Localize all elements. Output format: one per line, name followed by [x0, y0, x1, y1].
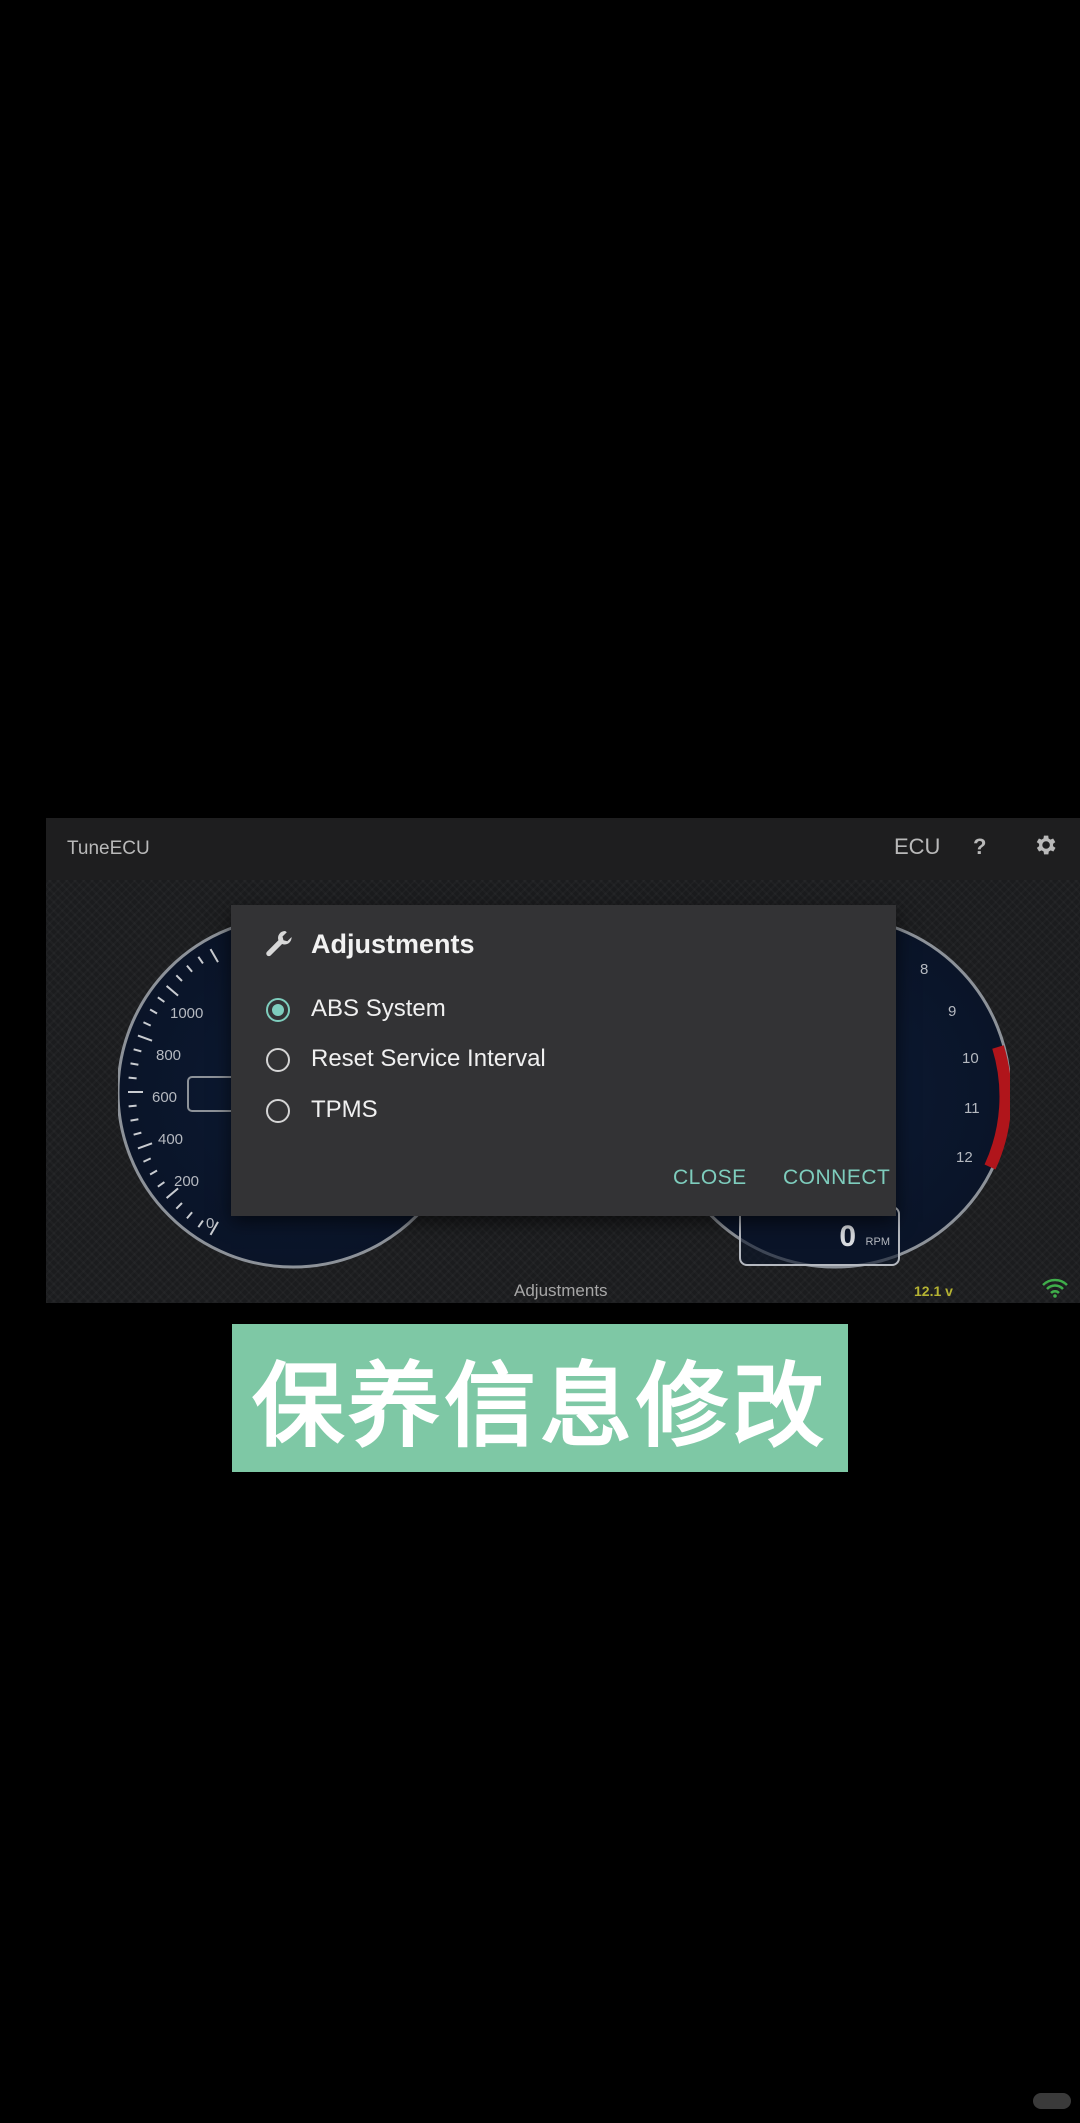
caption-text: 保养信息修改: [251, 1352, 828, 1460]
rpm-unit: RPM: [865, 1236, 890, 1248]
gauge-tick-label: 10: [962, 1050, 979, 1067]
option-abs-system[interactable]: ABS System: [266, 992, 826, 1032]
option-tpms[interactable]: TPMS: [266, 1093, 826, 1133]
gauge-tick-label: 1000: [170, 1005, 203, 1022]
option-label: ABS System: [311, 995, 446, 1022]
gauge-tick-label: 600: [152, 1089, 177, 1106]
option-reset-service-interval[interactable]: Reset Service Interval: [266, 1042, 826, 1082]
gauge-tick-mark: [130, 1118, 139, 1122]
ecu-button[interactable]: ECU: [894, 834, 940, 860]
gauge-tick-mark: [130, 1062, 139, 1066]
question-icon[interactable]: ?: [973, 834, 986, 860]
wifi-icon: [1042, 1278, 1068, 1298]
connect-button[interactable]: CONNECT: [783, 1166, 890, 1190]
top-app-bar: TuneECU ECU ?: [46, 818, 1080, 880]
dialog-title: Adjustments: [311, 929, 475, 959]
rpm-value: 0: [839, 1220, 856, 1253]
gauge-tick-label: 9: [948, 1003, 956, 1020]
caption-banner: 保养信息修改: [232, 1324, 848, 1472]
battery-voltage: 12.1 v: [914, 1283, 953, 1299]
gauge-tick-label: 0: [206, 1215, 214, 1232]
adjustments-dialog: Adjustments ABS System Reset Service Int…: [231, 905, 896, 1216]
radio-button-checked[interactable]: [266, 998, 290, 1022]
gauge-tick-label: 200: [174, 1173, 199, 1190]
gauge-tick-label: 12: [956, 1149, 973, 1166]
gauge-tick-mark: [128, 1076, 137, 1080]
current-screen-label: Adjustments: [514, 1281, 608, 1300]
gauge-tick-mark: [128, 1104, 137, 1108]
option-label: Reset Service Interval: [311, 1045, 546, 1072]
radio-button[interactable]: [266, 1099, 290, 1123]
option-label: TPMS: [311, 1096, 378, 1123]
gauge-tick-label: 800: [156, 1047, 181, 1064]
gauge-tick-label: 11: [964, 1100, 980, 1117]
radio-button[interactable]: [266, 1048, 290, 1072]
watermark-badge: [1033, 2093, 1071, 2109]
tuneecu-app-window: TuneECU ECU ? 0 1000 800 600 400 200 0: [46, 818, 1080, 1303]
app-title: TuneECU: [67, 838, 150, 859]
wrench-icon: [266, 931, 292, 957]
gear-icon[interactable]: [1032, 832, 1058, 858]
gauge-tick-label: 8: [920, 961, 928, 978]
gauge-tick-label: 400: [158, 1131, 183, 1148]
close-button[interactable]: CLOSE: [673, 1166, 747, 1190]
